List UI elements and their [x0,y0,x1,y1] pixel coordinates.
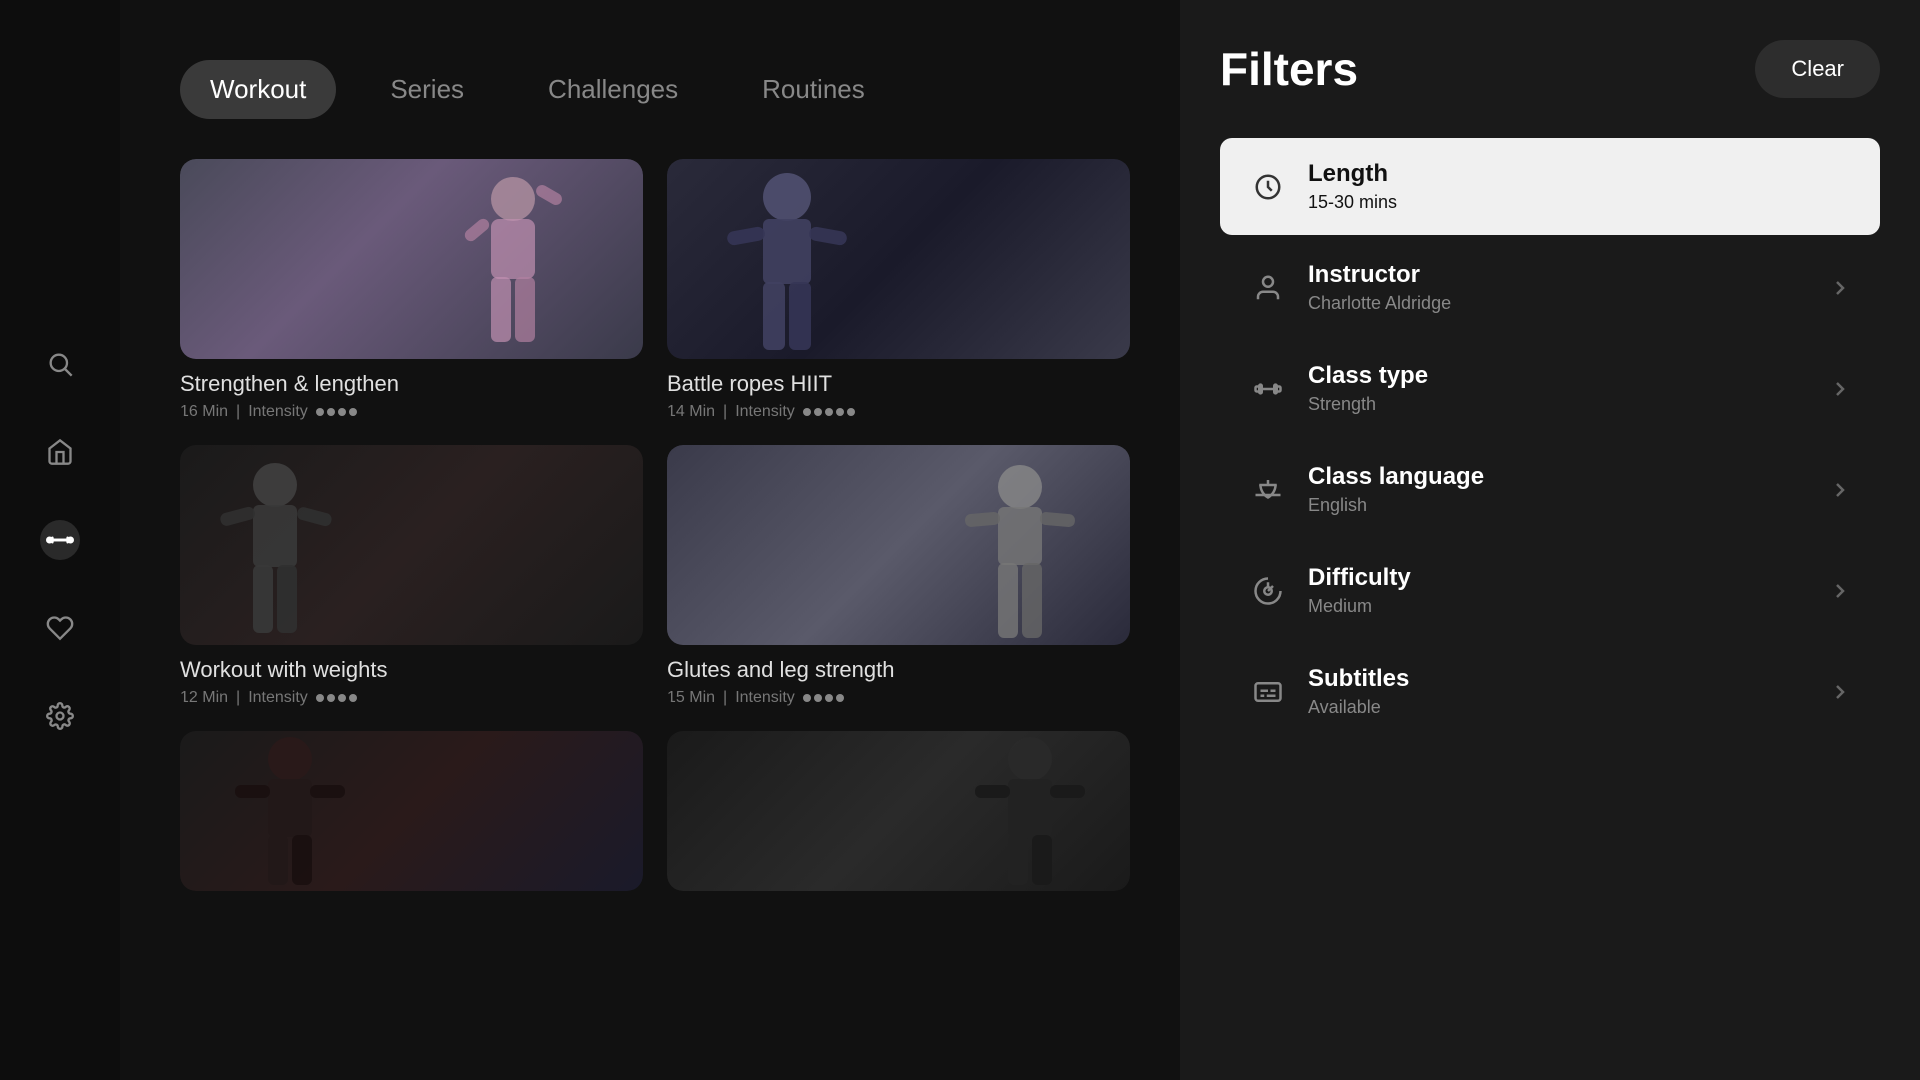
main-content: Workout Series Challenges Routines Stren… [120,0,1180,1080]
filter-class-language-label: Class language [1308,463,1808,491]
filter-length[interactable]: Length 15-30 mins [1220,138,1880,235]
card-meta-1: 16 Min | Intensity [180,403,643,421]
filter-class-type-value: Strength [1308,394,1808,415]
chevron-right-icon-4 [1828,579,1852,603]
tab-challenges[interactable]: Challenges [518,60,708,119]
card-title-1: Strengthen & lengthen [180,371,643,397]
card-meta-2: 14 Min | Intensity [667,403,1130,421]
clock-icon [1248,167,1288,207]
workout-card-5[interactable] [180,731,643,891]
workout-card-2[interactable]: Battle ropes HIIT 14 Min | Intensity [667,159,1130,421]
filter-length-value: 15-30 mins [1308,192,1852,213]
chevron-right-icon [1828,276,1852,300]
tab-routines[interactable]: Routines [732,60,895,119]
chevron-right-icon-3 [1828,478,1852,502]
tab-workout[interactable]: Workout [180,60,336,119]
gauge-icon [1248,571,1288,611]
filter-instructor-value: Charlotte Aldridge [1308,293,1808,314]
filter-class-type-label: Class type [1308,362,1808,390]
filter-class-language-value: English [1308,495,1808,516]
chevron-right-icon-2 [1828,377,1852,401]
tabs-nav: Workout Series Challenges Routines [180,60,1130,119]
filter-difficulty-label: Difficulty [1308,564,1808,592]
workout-grid: Strengthen & lengthen 16 Min | Intensity [180,159,1130,891]
card-title-3: Workout with weights [180,657,643,683]
filter-subtitles-label: Subtitles [1308,665,1808,693]
filter-subtitles-value: Available [1308,697,1808,718]
panel-header: Filters Clear [1220,40,1880,98]
workout-card-6[interactable] [667,731,1130,891]
tab-series[interactable]: Series [360,60,494,119]
filter-length-label: Length [1308,160,1852,188]
dumbbell-icon [1248,369,1288,409]
filter-class-language[interactable]: Class language English [1220,441,1880,538]
heart-icon[interactable] [40,608,80,648]
filter-instructor[interactable]: Instructor Charlotte Aldridge [1220,239,1880,336]
workout-card-1[interactable]: Strengthen & lengthen 16 Min | Intensity [180,159,643,421]
subtitles-icon [1248,672,1288,712]
filter-difficulty[interactable]: Difficulty Medium [1220,542,1880,639]
filter-difficulty-value: Medium [1308,596,1808,617]
filters-panel: Filters Clear Length 15-30 mins Instruct… [1180,0,1920,1080]
filter-subtitles[interactable]: Subtitles Available [1220,643,1880,740]
workout-card-4[interactable]: Glutes and leg strength 15 Min | Intensi… [667,445,1130,707]
card-meta-3: 12 Min | Intensity [180,689,643,707]
filters-title: Filters [1220,42,1358,96]
workout-icon[interactable] [40,520,80,560]
card-meta-4: 15 Min | Intensity [667,689,1130,707]
filter-class-type[interactable]: Class type Strength [1220,340,1880,437]
card-title-4: Glutes and leg strength [667,657,1130,683]
search-icon[interactable] [40,344,80,384]
clear-button[interactable]: Clear [1755,40,1880,98]
card-title-2: Battle ropes HIIT [667,371,1130,397]
home-icon[interactable] [40,432,80,472]
filter-instructor-label: Instructor [1308,261,1808,289]
workout-card-3[interactable]: Workout with weights 12 Min | Intensity [180,445,643,707]
sidebar [0,0,120,1080]
person-icon [1248,268,1288,308]
settings-icon[interactable] [40,696,80,736]
chevron-right-icon-5 [1828,680,1852,704]
language-icon [1248,470,1288,510]
